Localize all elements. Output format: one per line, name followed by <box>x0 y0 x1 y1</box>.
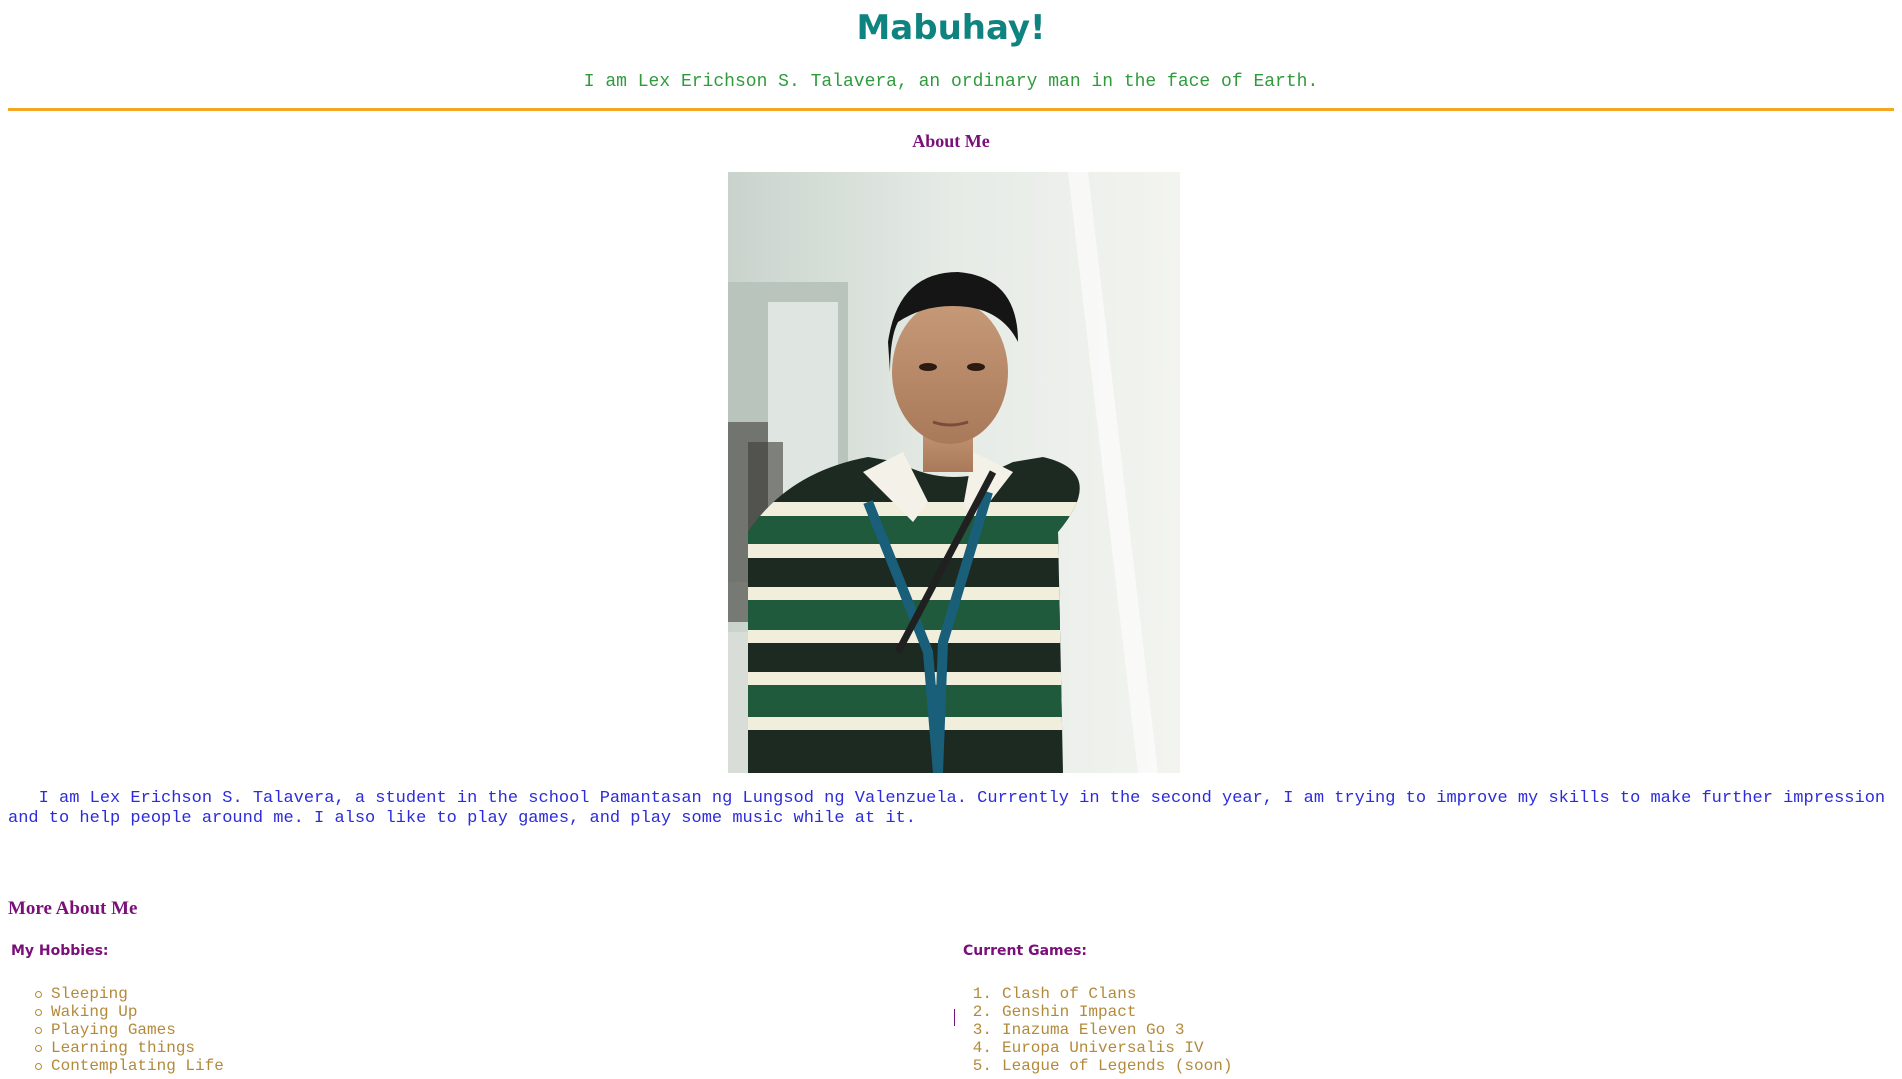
bio-paragraph: I am Lex Erichson S. Talavera, a student… <box>8 789 1894 829</box>
about-heading: About Me <box>912 131 990 151</box>
bio-text: I am Lex Erichson S. Talavera, a student… <box>8 789 1886 828</box>
more-about-heading: More About Me <box>8 898 138 919</box>
list-item: 3. Inazuma Eleven Go 3 <box>962 1021 1232 1039</box>
list-item: 5. League of Legends (soon) <box>962 1057 1233 1075</box>
text-caret <box>954 1009 955 1026</box>
games-heading: Current Games: <box>963 943 1088 959</box>
page: Mabuhay! I am Lex Erichson S. Talavera, … <box>0 0 1902 1079</box>
header-divider <box>8 108 1894 111</box>
list-item-label: Genshin Impact <box>1002 1003 1137 1021</box>
hobbies-heading: My Hobbies: <box>11 943 109 959</box>
list-item-label: Europa Universalis IV <box>1002 1039 1204 1057</box>
list-number: 5. <box>972 1057 992 1075</box>
list-item: 2. Genshin Impact <box>962 1003 1232 1021</box>
page-title: Mabuhay! <box>856 8 1046 48</box>
list-item: Learning things <box>33 1039 224 1057</box>
list-item: Sleeping <box>33 985 224 1003</box>
list-item-label: League of Legends (soon) <box>1002 1057 1233 1075</box>
list-item: Waking Up <box>33 1003 224 1021</box>
list-item: 4. Europa Universalis IV <box>962 1039 1232 1057</box>
portrait-photo <box>728 172 1180 773</box>
list-item: 1. Clash of Clans <box>962 985 1232 1003</box>
list-item: Playing Games <box>33 1021 224 1039</box>
list-number: 3. <box>972 1021 992 1039</box>
list-number: 2. <box>972 1003 992 1021</box>
list-item: Contemplating Life <box>33 1057 224 1075</box>
list-item-label: Inazuma Eleven Go 3 <box>1002 1021 1185 1039</box>
list-number: 1. <box>972 985 992 1003</box>
page-tagline: I am Lex Erichson S. Talavera, an ordina… <box>583 72 1319 92</box>
hobbies-list: Sleeping Waking Up Playing Games Learnin… <box>33 985 224 1075</box>
list-number: 4. <box>972 1039 992 1057</box>
list-item-label: Clash of Clans <box>1002 985 1137 1003</box>
games-list: 1. Clash of Clans 2. Genshin Impact 3. Inaz… <box>962 985 1233 1075</box>
